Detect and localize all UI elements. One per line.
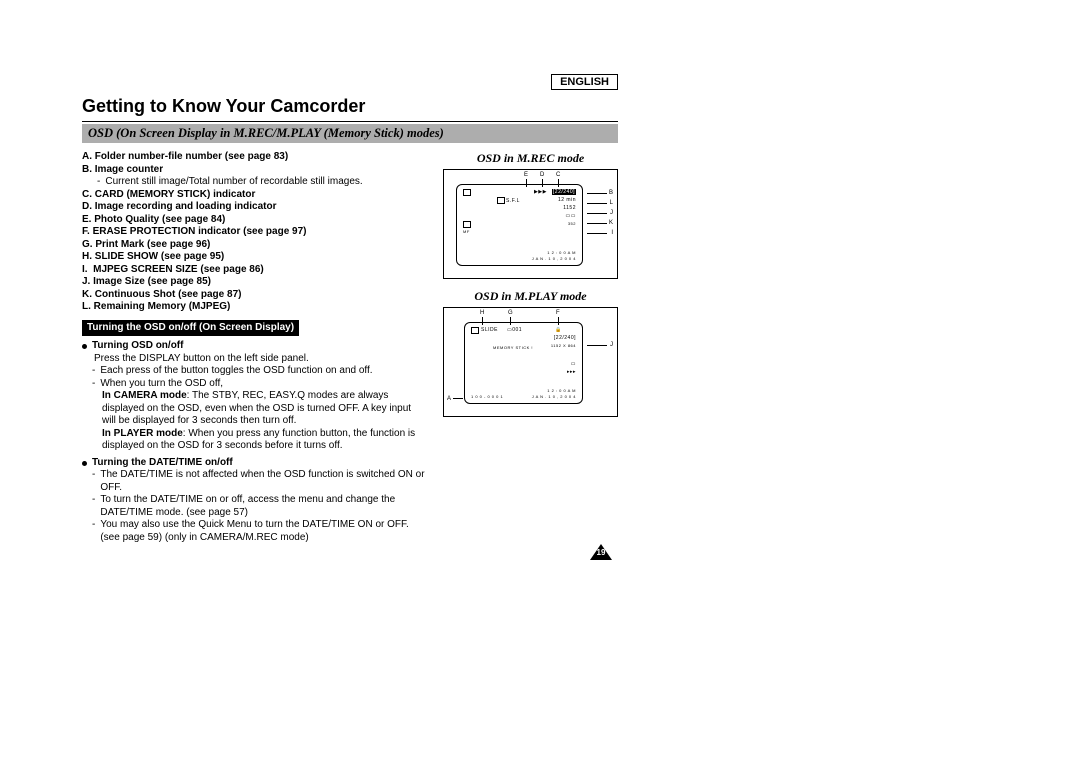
memory-stick-indicator: MEMORY STICK ! [493, 345, 533, 350]
callout-F: F [556, 310, 560, 316]
dt-l1: The DATE/TIME is not affected when the O… [92, 469, 425, 494]
item-b: B. Image counter [82, 164, 425, 177]
print-mark-icon: ▶▶▶ [534, 189, 547, 195]
camera-mode-note: In CAMERA mode: The STBY, REC, EASY.Q mo… [102, 390, 425, 428]
erase-protection-icon: 🔒 [555, 327, 562, 333]
callout-E: E [524, 172, 528, 178]
callout-J2: J [610, 342, 613, 348]
card-icon [463, 189, 472, 196]
callout-G: G [508, 310, 513, 316]
item-d: D. Image recording and loading indicator [82, 201, 425, 214]
mplay-inner: SLIDE ▭001 🔒 [22/240] 1152 X 864 MEMORY … [464, 322, 583, 404]
item-c: C. CARD (MEMORY STICK) indicator [82, 189, 425, 202]
item-f: F. ERASE PROTECTION indicator (see page … [82, 226, 425, 239]
mrec-time: 1 2 : 0 0 A M [547, 250, 576, 255]
callout-D: D [540, 172, 544, 178]
quality-icon: ▭ [571, 361, 576, 367]
line [587, 203, 607, 204]
callout-H: H [480, 310, 484, 316]
slide-show-indicator: SLIDE [481, 327, 498, 333]
image-counter: [22/240] [554, 335, 576, 341]
section-band: OSD (On Screen Display in M.REC/M.PLAY (… [82, 124, 618, 143]
page-number: 19 [590, 544, 612, 560]
mrec-date: J A N . 1 0 , 2 0 0 4 [532, 256, 576, 261]
mrec-inner: ▶▶▶ [22/240] S.F.L 12 min 1152 ▭▭ 352 MF… [456, 184, 583, 266]
nf-indicator [463, 221, 472, 228]
dt-l3: You may also use the Quick Menu to turn … [92, 519, 425, 544]
callout-J: J [610, 210, 613, 216]
turning-datetime-onoff: Turning the DATE/TIME on/off The DATE/TI… [82, 457, 425, 545]
turning-osd-onoff: Turning OSD on/off Press the DISPLAY but… [82, 340, 425, 453]
item-b-note: Current still image/Total number of reco… [97, 176, 425, 189]
mrec-panel-title: OSD in M.REC mode [443, 151, 618, 166]
item-j: J. Image Size (see page 85) [82, 276, 425, 289]
folder-file-number: 1 0 0 - 0 0 0 1 [471, 394, 503, 399]
item-a: A. Folder number-file number (see page 8… [82, 151, 425, 164]
item-k: K. Continuous Shot (see page 87) [82, 289, 425, 302]
continuous-shot-icon: ▭▭ [566, 213, 576, 219]
item-i: I. MJPEG SCREEN SIZE (see page 86) [82, 264, 425, 277]
osd-onoff-l3: When you turn the OSD off, [92, 378, 425, 391]
callout-I: I [611, 230, 613, 236]
callout-A: A [447, 396, 451, 402]
image-size: 1152 [563, 205, 576, 211]
callout-B: B [609, 190, 613, 196]
image-counter: [22/240] [552, 189, 576, 195]
screen-size-icon: 352 [568, 221, 576, 226]
line [587, 233, 607, 234]
mf-indicator: MF [463, 229, 470, 234]
line [587, 223, 607, 224]
loading-indicator-icon: ▸▸▸ [567, 369, 576, 375]
line [453, 398, 463, 399]
item-e: E. Photo Quality (see page 84) [82, 214, 425, 227]
line [587, 345, 607, 346]
item-l: L. Remaining Memory (MJPEG) [82, 301, 425, 314]
mrec-panel: E D C B L J K I [443, 169, 618, 279]
mplay-date: J A N . 1 0 , 2 0 0 4 [532, 394, 576, 399]
item-g: G. Print Mark (see page 96) [82, 239, 425, 252]
callout-K: K [609, 220, 613, 226]
player-mode-note: In PLAYER mode: When you press any funct… [102, 428, 425, 453]
dt-l2: To turn the DATE/TIME on or off, access … [92, 494, 425, 519]
mplay-panel: H G F J A SLIDE ▭001 🔒 [22/240] 1 [443, 307, 618, 417]
callout-C: C [556, 172, 560, 178]
item-h: H. SLIDE SHOW (see page 95) [82, 251, 425, 264]
osd-toggle-header: Turning the OSD on/off (On Screen Displa… [82, 320, 299, 337]
left-column: A. Folder number-file number (see page 8… [82, 151, 425, 544]
title-rule [82, 121, 618, 122]
card-icon [471, 327, 480, 334]
line [587, 213, 607, 214]
callout-L: L [610, 200, 613, 206]
mplay-panel-title: OSD in M.PLAY mode [443, 289, 618, 304]
line [587, 193, 607, 194]
remaining-mjpeg: 12 min [558, 197, 576, 203]
print-mark-icon: ▭001 [507, 327, 522, 333]
image-size: 1152 X 864 [551, 343, 576, 348]
osd-onoff-l2: Each press of the button toggles the OSD… [92, 365, 425, 378]
osd-onoff-l1: Press the DISPLAY button on the left sid… [94, 353, 425, 366]
language-label: ENGLISH [551, 74, 618, 90]
sfl-indicator: S.F.L [497, 197, 520, 204]
page-title: Getting to Know Your Camcorder [82, 96, 618, 117]
mplay-time: 1 2 : 0 0 A M [547, 388, 576, 393]
